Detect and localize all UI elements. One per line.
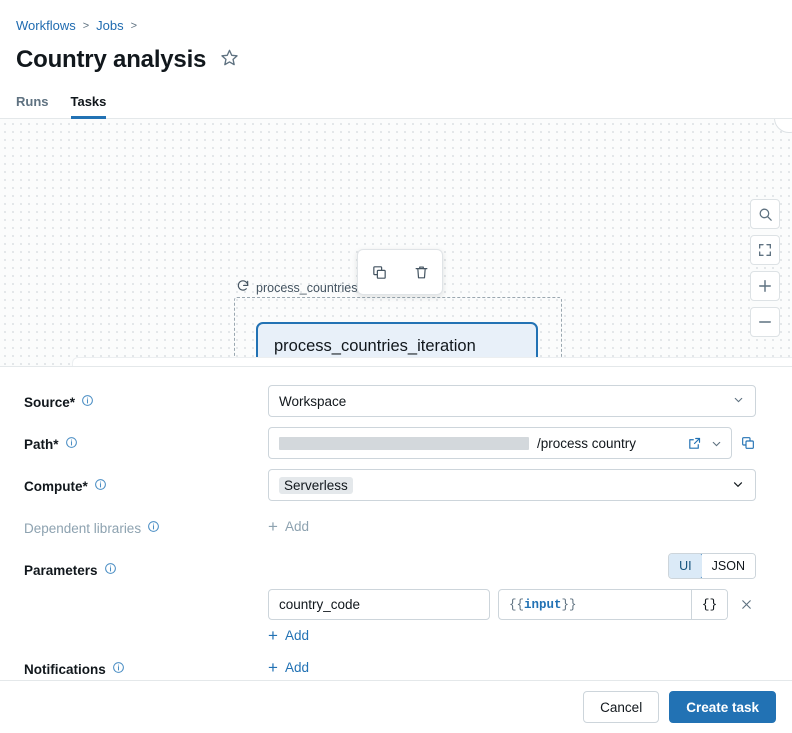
path-label-group: Path*: [24, 427, 268, 452]
canvas-controls: [750, 199, 780, 337]
notifications-label: Notifications: [24, 662, 106, 677]
form-row-dependent-libraries: Dependent libraries + Add: [24, 511, 756, 553]
source-value: Workspace: [279, 394, 346, 409]
tab-tasks[interactable]: Tasks: [71, 94, 107, 119]
parameter-value-input[interactable]: {{input}} {}: [498, 589, 728, 620]
compute-value: Serverless: [279, 477, 353, 494]
compute-field: Serverless: [268, 469, 756, 501]
parameter-value-open-brace: {{: [509, 598, 524, 612]
task-detail-form: Source* Workspace Path*: [0, 367, 792, 687]
parameters-view-toggle-row: UI JSON: [268, 553, 756, 579]
path-value-redacted: [279, 437, 529, 450]
path-input[interactable]: /process country: [268, 427, 732, 459]
parameters-view-toggle: UI JSON: [668, 553, 756, 579]
page-title: Country analysis: [16, 46, 206, 74]
search-icon[interactable]: [750, 199, 780, 229]
breadcrumb-item-workflows[interactable]: Workflows: [16, 17, 76, 35]
node-floating-toolbar: [357, 249, 443, 295]
dependent-libraries-field: + Add: [268, 511, 756, 537]
form-row-parameters: Parameters UI JSON country_code {{input}…: [24, 553, 756, 646]
zoom-out-icon[interactable]: [750, 307, 780, 337]
plus-icon: +: [268, 518, 278, 535]
info-icon[interactable]: [81, 394, 94, 410]
task-node-title: process_countries_iteration: [274, 335, 520, 357]
compute-select[interactable]: Serverless: [268, 469, 756, 501]
info-icon[interactable]: [94, 478, 107, 494]
breadcrumb-separator-icon: >: [131, 17, 137, 35]
compute-label: Compute*: [24, 479, 88, 494]
source-select[interactable]: Workspace: [268, 385, 756, 417]
parameters-label: Parameters: [24, 563, 98, 578]
add-parameter-button[interactable]: + Add: [268, 620, 309, 644]
copy-path-icon[interactable]: [740, 435, 756, 451]
title-row: Country analysis: [16, 43, 776, 77]
create-task-button[interactable]: Create task: [669, 691, 776, 723]
tab-runs[interactable]: Runs: [16, 94, 49, 119]
loop-group-label: process_countries: [236, 279, 357, 296]
breadcrumb-separator-icon: >: [83, 17, 89, 35]
loop-icon: [236, 279, 250, 296]
dependent-libraries-label-group: Dependent libraries: [24, 511, 268, 536]
source-field: Workspace: [268, 385, 756, 417]
loop-group-name: process_countries: [256, 281, 357, 295]
parameter-braces-button[interactable]: {}: [691, 590, 727, 619]
add-notification-button[interactable]: + Add: [268, 652, 309, 676]
parameter-value-name: input: [524, 598, 562, 612]
path-label: Path*: [24, 437, 59, 452]
path-field: /process country: [268, 427, 756, 459]
page-header: Workflows > Jobs > Country analysis: [0, 0, 792, 77]
parameter-row: country_code {{input}} {}: [268, 589, 756, 620]
zoom-in-icon[interactable]: [750, 271, 780, 301]
add-parameter-label: Add: [285, 628, 309, 643]
source-label: Source*: [24, 395, 75, 410]
form-row-path: Path* /process country: [24, 427, 756, 469]
chevron-down-icon[interactable]: [710, 437, 723, 450]
info-icon[interactable]: [147, 520, 160, 536]
close-icon[interactable]: [736, 595, 756, 615]
detail-panel-edge: [72, 357, 792, 367]
external-link-icon[interactable]: [687, 436, 702, 451]
parameters-view-json[interactable]: JSON: [702, 554, 755, 578]
parameter-value-close-brace: }}: [562, 598, 577, 612]
fit-screen-icon[interactable]: [750, 235, 780, 265]
task-graph-canvas[interactable]: process_countries process_countries_iter…: [0, 119, 792, 367]
notifications-field: + Add: [268, 652, 756, 678]
trash-icon[interactable]: [406, 257, 436, 287]
plus-icon: +: [268, 627, 278, 644]
parameter-key-input[interactable]: country_code: [268, 589, 490, 620]
breadcrumb: Workflows > Jobs >: [16, 16, 776, 36]
source-label-group: Source*: [24, 385, 268, 410]
add-dependent-library-label: Add: [285, 519, 309, 534]
form-footer: Cancel Create task: [0, 680, 792, 733]
parameters-label-group: Parameters: [24, 553, 268, 578]
path-value-suffix: /process country: [537, 436, 636, 451]
dependent-libraries-label: Dependent libraries: [24, 521, 141, 536]
info-icon[interactable]: [112, 661, 125, 677]
form-row-source: Source* Workspace: [24, 385, 756, 427]
notifications-label-group: Notifications: [24, 652, 268, 677]
chevron-down-icon: [732, 393, 745, 409]
parameters-view-ui[interactable]: UI: [668, 553, 703, 579]
copy-icon[interactable]: [364, 257, 394, 287]
add-notification-label: Add: [285, 660, 309, 675]
parameters-field: UI JSON country_code {{input}} {} +: [268, 553, 756, 646]
compute-label-group: Compute*: [24, 469, 268, 494]
cancel-button[interactable]: Cancel: [583, 691, 659, 723]
form-row-compute: Compute* Serverless: [24, 469, 756, 511]
chevron-down-icon: [731, 477, 745, 494]
canvas-corner-button[interactable]: [774, 119, 792, 133]
plus-icon: +: [268, 659, 278, 676]
star-icon[interactable]: [220, 48, 239, 72]
breadcrumb-item-jobs[interactable]: Jobs: [96, 17, 123, 35]
tab-bar: Runs Tasks: [0, 89, 792, 119]
info-icon[interactable]: [104, 562, 117, 578]
info-icon[interactable]: [65, 436, 78, 452]
add-dependent-library-button[interactable]: + Add: [268, 511, 309, 535]
path-controls: /process country: [268, 427, 756, 459]
